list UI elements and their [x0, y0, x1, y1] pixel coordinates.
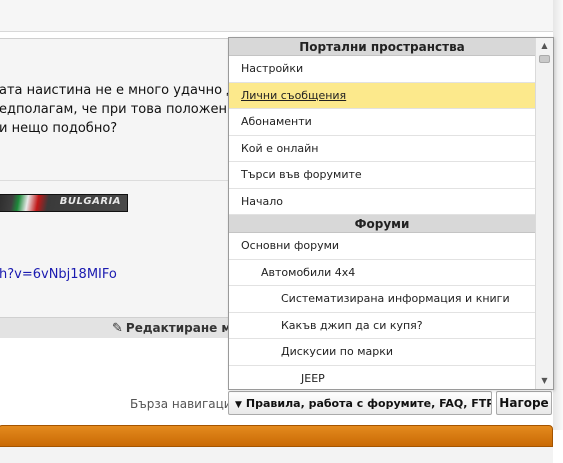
- signature-divider: [0, 180, 233, 181]
- dropdown-item-who-online[interactable]: Кой е онлайн: [229, 136, 535, 162]
- top-strip: [0, 0, 553, 32]
- quick-nav-dropdown[interactable]: Портални пространства Настройки Лични съ…: [228, 37, 554, 390]
- section-header-forums: Форуми: [229, 215, 535, 233]
- quick-nav-selected-value: Правила, работа с форумите, FAQ, FTP ...: [245, 397, 492, 410]
- edit-post-label: Редактиране мн: [125, 321, 240, 335]
- triangle-down-icon: ▼: [235, 400, 242, 410]
- dropdown-item-home[interactable]: Начало: [229, 189, 535, 215]
- post-line: и нещо подобно?: [0, 121, 118, 136]
- dropdown-item-subscriptions[interactable]: Абонаменти: [229, 109, 535, 136]
- dropdown-item-which-jeep[interactable]: Какъв джип да си купя?: [229, 313, 535, 339]
- page-edge-shadow: [553, 0, 563, 430]
- arrow-up-icon[interactable]: ▲: [536, 38, 553, 54]
- footer-orange-bar: [0, 425, 553, 447]
- quick-nav-label: Бърза навигация: [130, 397, 239, 411]
- post-line: едполагам, че при това положени: [0, 102, 236, 117]
- dropdown-item-systematized-info[interactable]: Систематизирана информация и книги: [229, 286, 535, 313]
- edit-post-button[interactable]: ✎ Редактиране мн: [112, 321, 240, 336]
- signature-banner-image: BULGARIA: [0, 194, 128, 212]
- pencil-icon: ✎: [112, 321, 123, 336]
- dropdown-item-settings[interactable]: Настройки: [229, 56, 535, 83]
- post-message: ата наистина не е много удачно д едполаг…: [0, 81, 239, 138]
- post-line: ата наистина не е много удачно д: [0, 83, 236, 98]
- dropdown-item-main-forums[interactable]: Основни форуми: [229, 233, 535, 260]
- dropdown-item-private-messages[interactable]: Лични съобщения: [229, 82, 535, 109]
- dropdown-item-brand-discussions[interactable]: Дискусии по марки: [229, 339, 535, 366]
- scrollbar-thumb[interactable]: [539, 55, 550, 63]
- section-header-portal: Портални пространства: [229, 38, 535, 56]
- dropdown-list: Портални пространства Настройки Лични съ…: [229, 38, 535, 389]
- arrow-down-icon[interactable]: ▼: [536, 373, 553, 389]
- signature-video-link[interactable]: h?v=6vNbj18MIFo: [0, 267, 117, 282]
- dropdown-item-search-forums[interactable]: Търси във форумите: [229, 162, 535, 189]
- footer-area: [0, 447, 553, 463]
- go-top-button[interactable]: Нагоре: [496, 391, 552, 415]
- signature-banner-text: BULGARIA: [59, 196, 121, 207]
- dropdown-item-cars-4x4[interactable]: Автомобили 4x4: [229, 260, 535, 286]
- quick-nav-select[interactable]: ▼ Правила, работа с форумите, FAQ, FTP ..…: [228, 391, 492, 415]
- dropdown-scrollbar[interactable]: ▲ ▼: [535, 38, 553, 389]
- dropdown-item-jeep[interactable]: JEEP: [229, 366, 535, 390]
